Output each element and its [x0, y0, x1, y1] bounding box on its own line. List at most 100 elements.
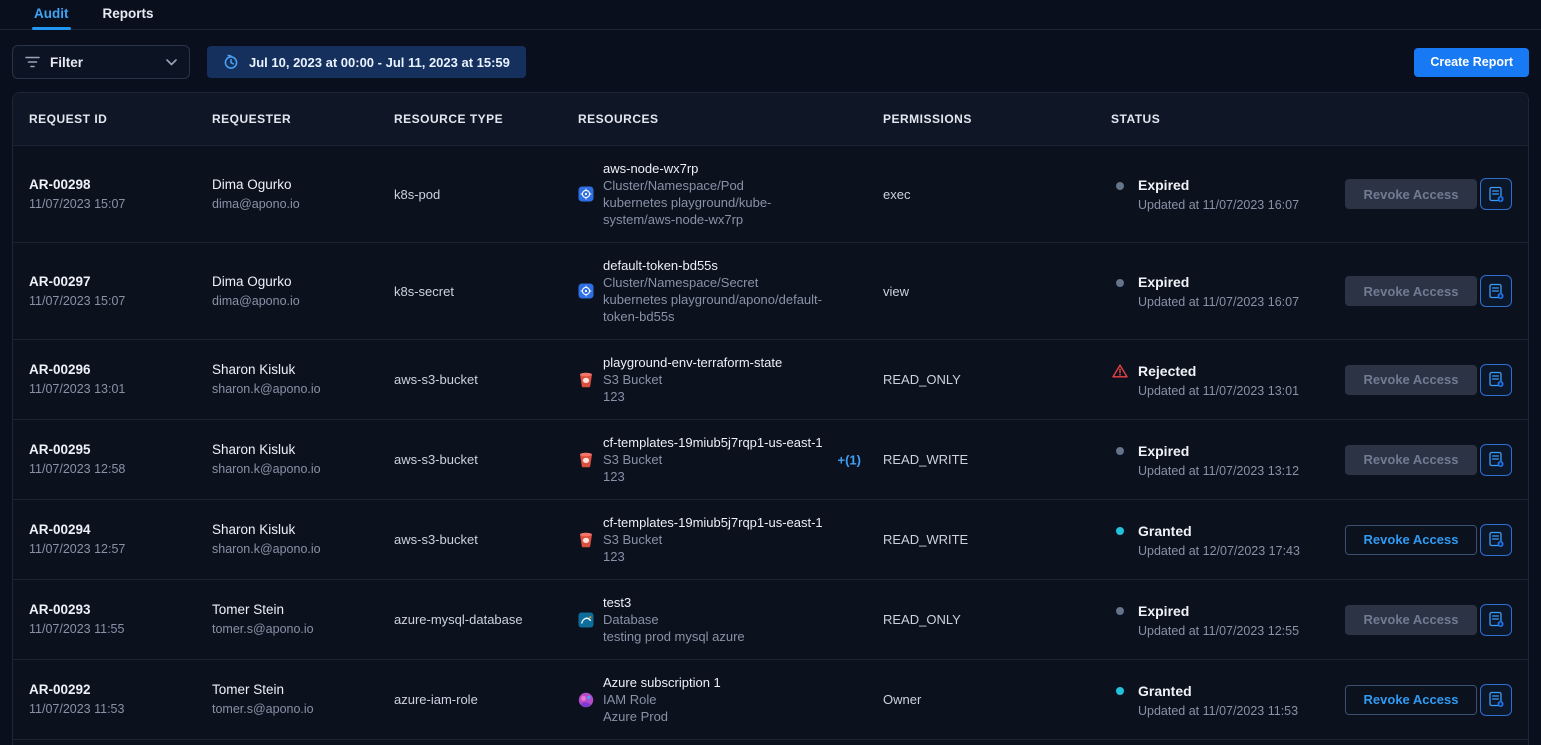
- request-date: 11/07/2023 12:57: [29, 541, 200, 558]
- resources-cell: aws-node-wx7rp Cluster/Namespace/Pod kub…: [578, 160, 883, 228]
- table-row: AR-00294 11/07/2023 12:57 Sharon Kisluk …: [13, 499, 1528, 579]
- request-date: 11/07/2023 11:53: [29, 701, 200, 718]
- status-label: Rejected: [1138, 362, 1299, 381]
- filter-label: Filter: [50, 55, 83, 70]
- create-report-button[interactable]: Create Report: [1414, 48, 1529, 77]
- requester-name: Dima Ogurko: [212, 273, 382, 291]
- filter-button[interactable]: Filter: [12, 45, 190, 79]
- resource-name: cf-templates-19miub5j7rqp1-us-east-1: [603, 514, 823, 531]
- table-row: AR-00297 11/07/2023 15:07 Dima Ogurko di…: [13, 242, 1528, 339]
- revoke-access-button[interactable]: Revoke Access: [1345, 525, 1477, 555]
- requester-email: sharon.k@apono.io: [212, 461, 382, 478]
- resource-type: aws-s3-bucket: [394, 532, 578, 547]
- table-header-row: REQUEST ID REQUESTER RESOURCE TYPE RESOU…: [13, 93, 1528, 145]
- report-note-button[interactable]: [1480, 178, 1512, 210]
- requester-name: Tomer Stein: [212, 681, 382, 699]
- column-header-resources: RESOURCES: [578, 112, 883, 126]
- actions-cell: Revoke Access: [1345, 604, 1528, 636]
- resource-path: Database: [603, 611, 745, 628]
- date-range-chip[interactable]: Jul 10, 2023 at 00:00 - Jul 11, 2023 at …: [207, 46, 526, 78]
- requester-cell: Tomer Stein tomer.s@apono.io: [212, 601, 394, 638]
- column-header-request-id: REQUEST ID: [29, 112, 212, 126]
- actions-cell: Revoke Access: [1345, 275, 1528, 307]
- request-id-cell: AR-00298 11/07/2023 15:07: [29, 176, 212, 213]
- report-note-button[interactable]: [1480, 684, 1512, 716]
- mysql-icon: [578, 612, 594, 628]
- column-header-requester: REQUESTER: [212, 112, 394, 126]
- table-row: AR-00298 11/07/2023 15:07 Dima Ogurko di…: [13, 145, 1528, 242]
- revoke-access-button[interactable]: Revoke Access: [1345, 605, 1477, 635]
- requester-name: Sharon Kisluk: [212, 441, 382, 459]
- column-header-resource-type: RESOURCE TYPE: [394, 112, 578, 126]
- requester-name: Sharon Kisluk: [212, 361, 382, 379]
- report-note-button[interactable]: [1480, 604, 1512, 636]
- requester-email: dima@apono.io: [212, 293, 382, 310]
- revoke-access-button[interactable]: Revoke Access: [1345, 685, 1477, 715]
- request-id-cell: AR-00293 11/07/2023 11:55: [29, 601, 212, 638]
- requester-name: Sharon Kisluk: [212, 521, 382, 539]
- resource-path: Cluster/Namespace/Secret: [603, 274, 841, 291]
- tab-reports[interactable]: Reports: [101, 0, 156, 29]
- revoke-access-button[interactable]: Revoke Access: [1345, 365, 1477, 395]
- report-note-button[interactable]: [1480, 444, 1512, 476]
- requester-email: dima@apono.io: [212, 196, 382, 213]
- resource-type: aws-s3-bucket: [394, 452, 578, 467]
- resource-name: test3: [603, 594, 745, 611]
- status-cell: Granted Updated at 11/07/2023 11:53: [1111, 682, 1345, 718]
- actions-cell: Revoke Access: [1345, 524, 1528, 556]
- k8s-icon: [578, 283, 594, 299]
- status-updated: Updated at 11/07/2023 13:12: [1138, 464, 1299, 478]
- request-id: AR-00293: [29, 601, 200, 619]
- permissions: Owner: [883, 692, 1111, 707]
- resource-detail: 123: [603, 468, 823, 485]
- requester-cell: Sharon Kisluk sharon.k@apono.io: [212, 521, 394, 558]
- resource-detail: testing prod mysql azure: [603, 628, 745, 645]
- resource-detail: kubernetes playground/apono/default-toke…: [603, 291, 841, 325]
- status-label: Expired: [1138, 602, 1299, 621]
- s3-bucket-icon: [579, 372, 593, 388]
- status-label: Granted: [1138, 682, 1298, 701]
- revoke-access-button[interactable]: Revoke Access: [1345, 179, 1477, 209]
- s3-bucket-icon: [579, 452, 593, 468]
- revoke-access-button[interactable]: Revoke Access: [1345, 276, 1477, 306]
- report-note-button[interactable]: [1480, 275, 1512, 307]
- revoke-access-button[interactable]: Revoke Access: [1345, 445, 1477, 475]
- resource-detail: 123: [603, 388, 782, 405]
- table-row: AR-00295 11/07/2023 12:58 Sharon Kisluk …: [13, 419, 1528, 499]
- report-note-icon: [1488, 611, 1505, 628]
- status-updated: Updated at 11/07/2023 16:07: [1138, 198, 1299, 212]
- resource-detail: kubernetes playground/kube-system/aws-no…: [603, 194, 841, 228]
- report-note-button[interactable]: [1480, 364, 1512, 396]
- resource-path: S3 Bucket: [603, 371, 782, 388]
- report-note-icon: [1488, 186, 1505, 203]
- clock-icon: [223, 54, 239, 70]
- table-body: AR-00298 11/07/2023 15:07 Dima Ogurko di…: [13, 145, 1528, 739]
- requester-cell: Tomer Stein tomer.s@apono.io: [212, 681, 394, 718]
- permissions: exec: [883, 187, 1111, 202]
- requester-email: tomer.s@apono.io: [212, 701, 382, 718]
- top-tab-bar: Audit Reports: [0, 0, 1541, 30]
- request-date: 11/07/2023 15:07: [29, 196, 200, 213]
- status-label: Expired: [1138, 273, 1299, 292]
- permissions: view: [883, 284, 1111, 299]
- request-date: 11/07/2023 12:58: [29, 461, 200, 478]
- table-row: AR-00293 11/07/2023 11:55 Tomer Stein to…: [13, 579, 1528, 659]
- status-label: Expired: [1138, 176, 1299, 195]
- permissions: READ_WRITE: [883, 532, 1111, 547]
- request-id: AR-00294: [29, 521, 200, 539]
- report-note-button[interactable]: [1480, 524, 1512, 556]
- date-range-label: Jul 10, 2023 at 00:00 - Jul 11, 2023 at …: [249, 55, 510, 70]
- requester-cell: Dima Ogurko dima@apono.io: [212, 176, 394, 213]
- actions-cell: Revoke Access: [1345, 178, 1528, 210]
- permissions: READ_WRITE: [883, 452, 1111, 467]
- requester-name: Dima Ogurko: [212, 176, 382, 194]
- more-resources-link[interactable]: +(1): [838, 452, 861, 467]
- k8s-icon: [578, 186, 594, 202]
- request-id: AR-00295: [29, 441, 200, 459]
- actions-cell: Revoke Access: [1345, 684, 1528, 716]
- request-id-cell: AR-00294 11/07/2023 12:57: [29, 521, 212, 558]
- tab-audit[interactable]: Audit: [32, 0, 71, 29]
- status-cell: Expired Updated at 11/07/2023 16:07: [1111, 176, 1345, 212]
- status-updated: Updated at 11/07/2023 16:07: [1138, 295, 1299, 309]
- request-id: AR-00296: [29, 361, 200, 379]
